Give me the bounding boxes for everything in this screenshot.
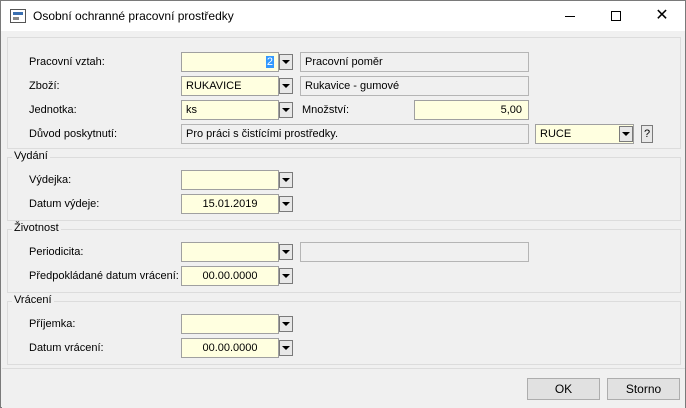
zbozi-label: Zboží: <box>29 80 60 92</box>
datum-vydeje-input[interactable]: 15.01.2019 <box>181 194 279 214</box>
vydejka-label: Výdejka: <box>29 174 72 186</box>
minimize-icon <box>565 15 575 17</box>
datum-vraceni-dropdown[interactable] <box>279 340 293 356</box>
datum-vraceni-label: Datum vrácení: <box>29 342 104 354</box>
predpokladane-datum-dropdown[interactable] <box>279 268 293 284</box>
predpokladane-datum-label: Předpokládané datum vrácení: <box>29 270 179 282</box>
prijemka-input[interactable] <box>181 314 279 334</box>
dialog-content: Pracovní vztah: 2 Pracovní poměr Zboží: … <box>2 31 685 368</box>
maximize-icon <box>611 11 621 21</box>
minimize-button[interactable] <box>547 1 593 31</box>
vydejka-input[interactable] <box>181 170 279 190</box>
pracovni-vztah-input[interactable]: 2 <box>181 52 279 72</box>
ok-button[interactable]: OK <box>527 378 600 400</box>
datum-vraceni-input[interactable]: 00.00.0000 <box>181 338 279 358</box>
dialog-window: Osobní ochranné pracovní prostředky ✕ Pr… <box>0 0 686 408</box>
datum-vydeje-label: Datum výdeje: <box>29 198 100 210</box>
vydani-legend: Vydání <box>12 150 50 162</box>
zbozi-input[interactable]: RUKAVICE <box>181 76 279 96</box>
periodicita-input[interactable] <box>181 242 279 262</box>
pracovni-vztah-description: Pracovní poměr <box>300 52 529 72</box>
datum-vydeje-dropdown[interactable] <box>279 196 293 212</box>
periodicita-label: Periodicita: <box>29 246 84 258</box>
close-button[interactable]: ✕ <box>639 1 685 31</box>
duvod-code-dropdown[interactable] <box>619 126 633 142</box>
zivotnost-legend: Životnost <box>12 222 61 234</box>
jednotka-label: Jednotka: <box>29 104 77 116</box>
dialog-footer: OK Storno <box>2 368 685 408</box>
periodicita-dropdown[interactable] <box>279 244 293 260</box>
window-title: Osobní ochranné pracovní prostředky <box>33 9 234 23</box>
duvod-input[interactable]: Pro práci s čistícími prostředky. <box>181 124 529 144</box>
app-icon <box>10 9 26 23</box>
vraceni-legend: Vrácení <box>12 294 54 306</box>
zbozi-dropdown[interactable] <box>279 78 293 94</box>
zbozi-description: Rukavice - gumové <box>300 76 529 96</box>
mnozstvi-input[interactable]: 5,00 <box>414 100 529 120</box>
maximize-button[interactable] <box>593 1 639 31</box>
jednotka-input[interactable]: ks <box>181 100 279 120</box>
vydejka-dropdown[interactable] <box>279 172 293 188</box>
mnozstvi-label: Množství: <box>302 104 350 116</box>
help-button[interactable]: ? <box>641 125 653 143</box>
close-icon: ✕ <box>655 7 669 24</box>
prijemka-label: Příjemka: <box>29 318 76 330</box>
duvod-label: Důvod poskytnutí: <box>29 128 118 140</box>
title-bar: Osobní ochranné pracovní prostředky ✕ <box>1 1 685 31</box>
pracovni-vztah-value: 2 <box>265 56 274 68</box>
predpokladane-datum-input[interactable]: 00.00.0000 <box>181 266 279 286</box>
periodicita-description <box>300 242 529 262</box>
vydani-section: Vydání <box>7 150 681 221</box>
prijemka-dropdown[interactable] <box>279 316 293 332</box>
vraceni-section: Vrácení <box>7 294 681 365</box>
cancel-button[interactable]: Storno <box>607 378 680 400</box>
jednotka-dropdown[interactable] <box>279 102 293 118</box>
pracovni-vztah-dropdown[interactable] <box>279 54 293 70</box>
pracovni-vztah-label: Pracovní vztah: <box>29 56 105 68</box>
